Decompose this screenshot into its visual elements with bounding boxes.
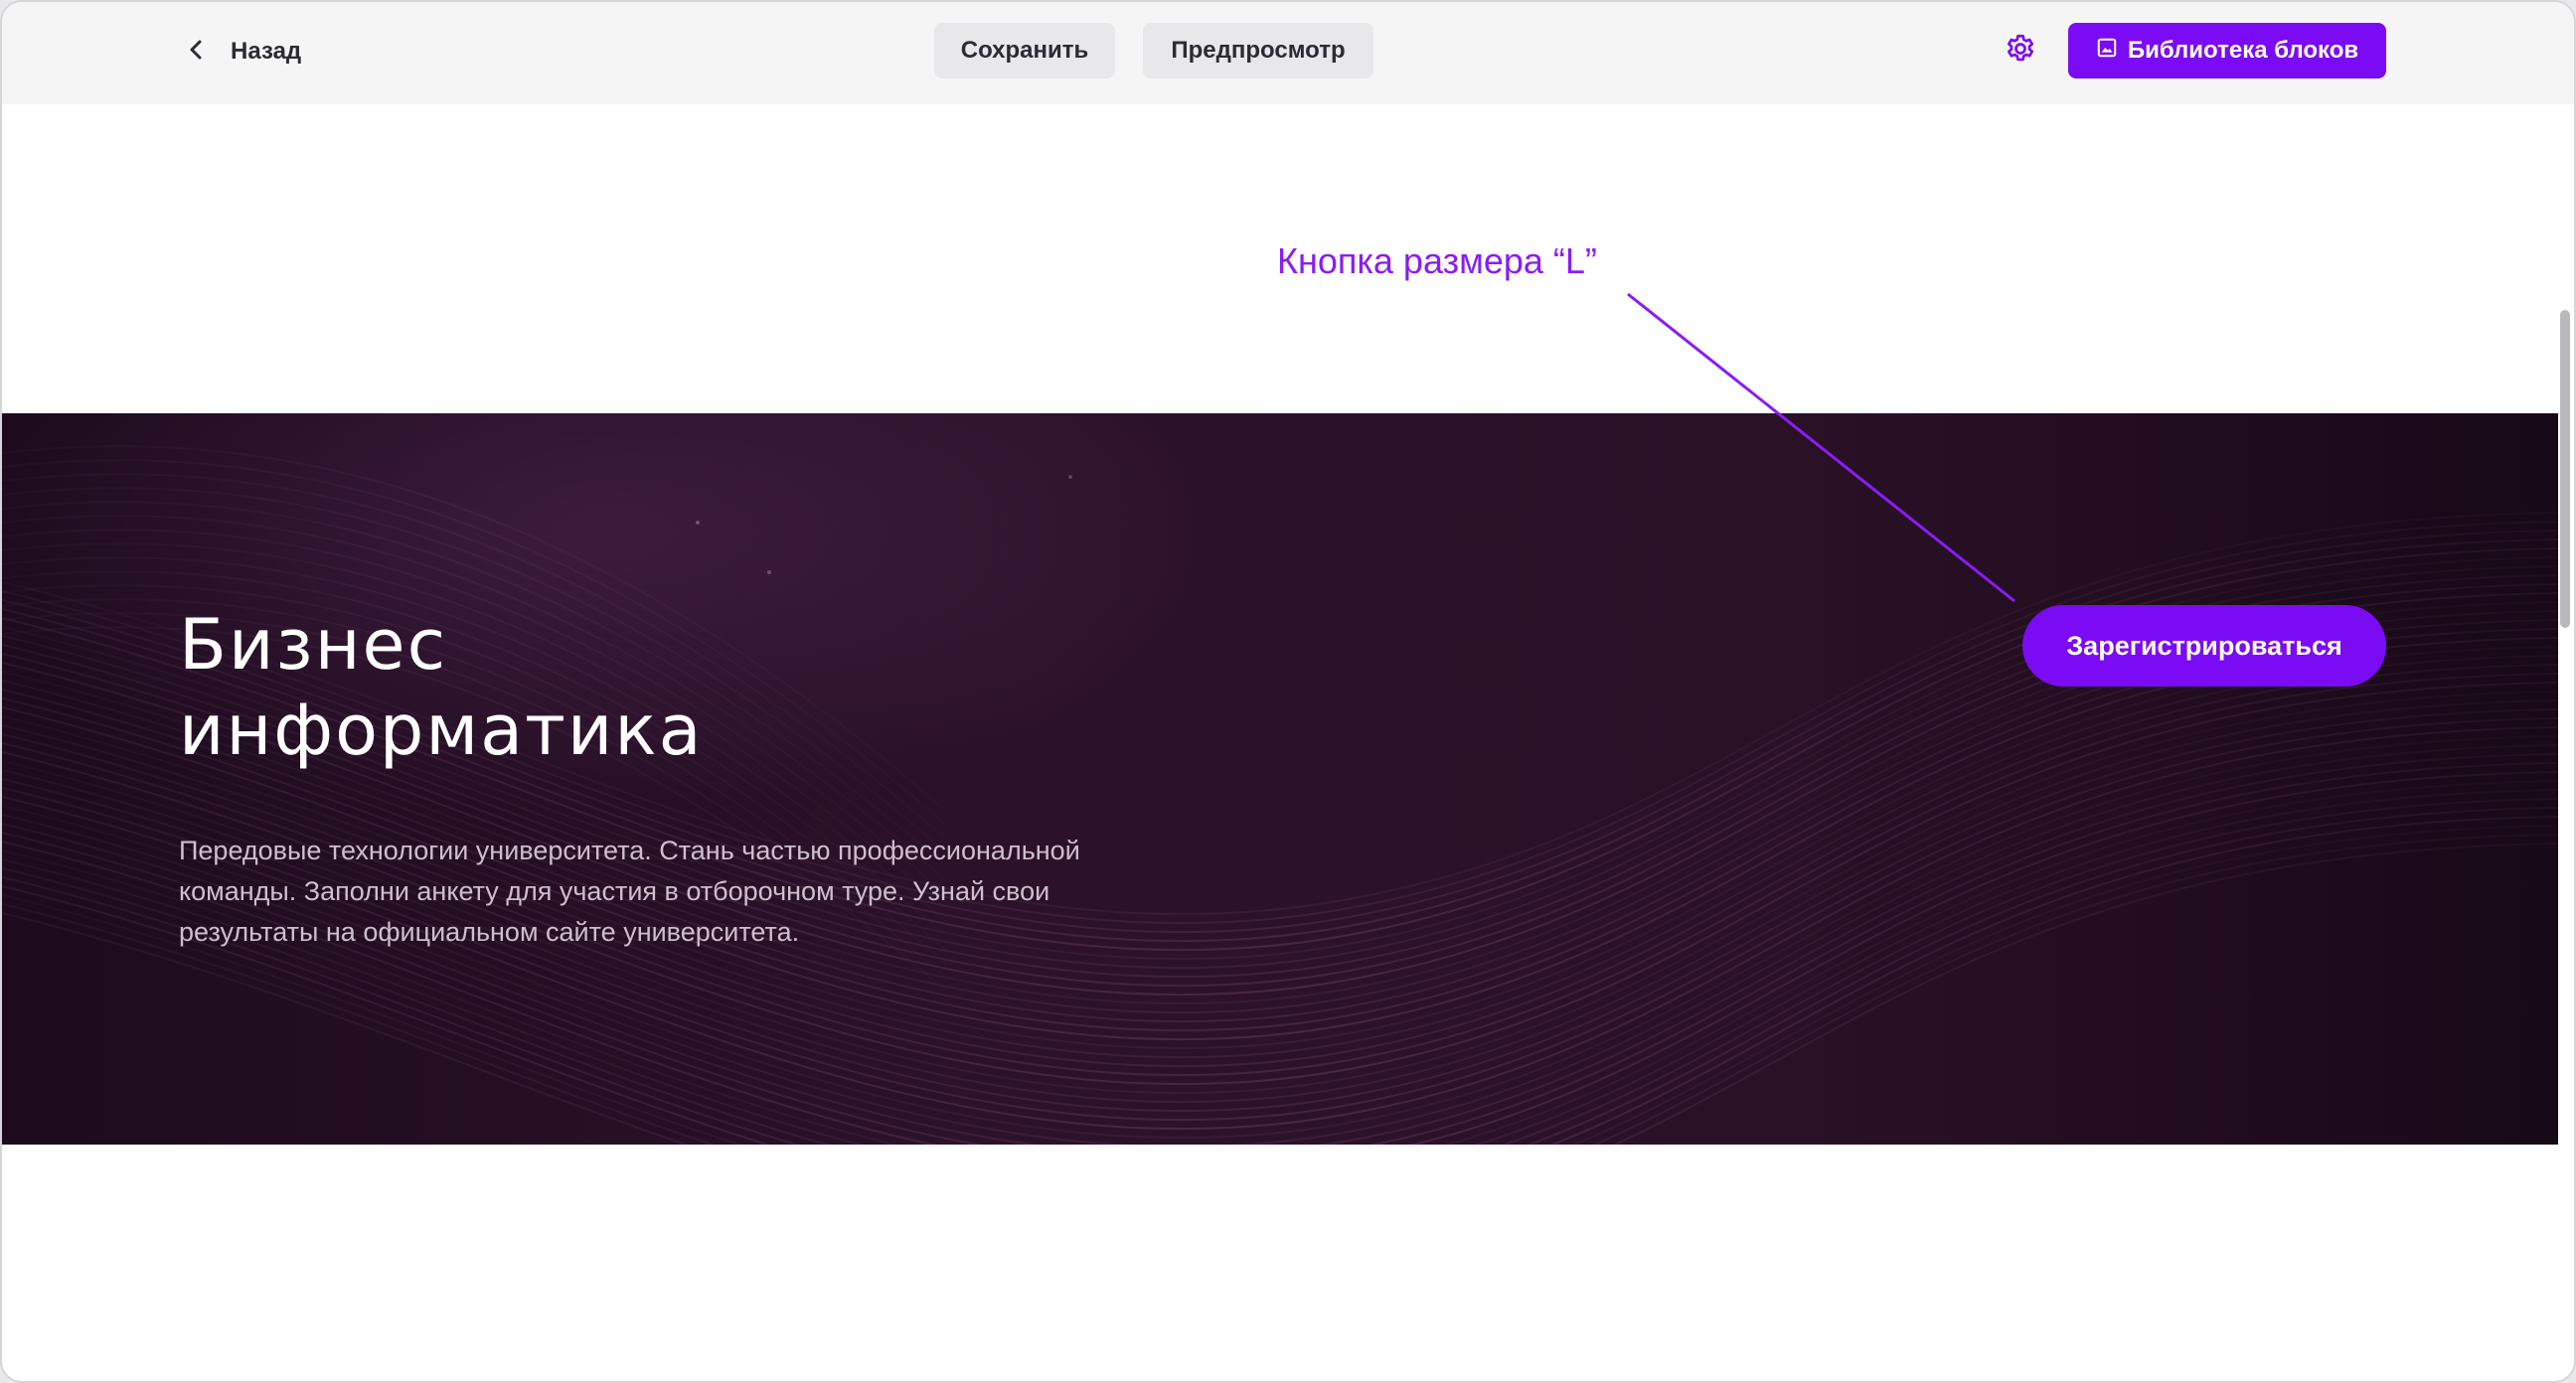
hero-background-waves [2,445,2558,1145]
editor-toolbar: Назад Сохранить Предпросмотр Библиотека … [2,2,2574,104]
vertical-scrollbar[interactable] [2560,310,2570,628]
editor-window: Назад Сохранить Предпросмотр Библиотека … [0,0,2576,1383]
back-button[interactable]: Назад [185,30,301,74]
block-library-label: Библиотека блоков [2127,37,2359,64]
annotation-label: Кнопка размера “L” [1277,240,1597,281]
hero-title-line-2: информатика [179,690,704,771]
chevron-left-icon [185,38,209,67]
hero-title: Бизнес информатика [179,602,704,773]
preview-button[interactable]: Предпросмотр [1143,23,1373,78]
register-button[interactable]: Зарегистрироваться [2022,605,2386,687]
gear-icon [2003,31,2038,72]
back-label: Назад [231,38,302,65]
block-library-button[interactable]: Библиотека блоков [2068,23,2386,78]
image-icon [2096,37,2118,66]
hero-banner: Бизнес информатика Передовые технологии … [2,413,2558,1145]
save-button[interactable]: Сохранить [934,23,1115,78]
hero-title-line-1: Бизнес [179,604,448,686]
hero-description: Передовые технологии университета. Стань… [179,836,1080,947]
settings-button[interactable] [2001,31,2040,71]
